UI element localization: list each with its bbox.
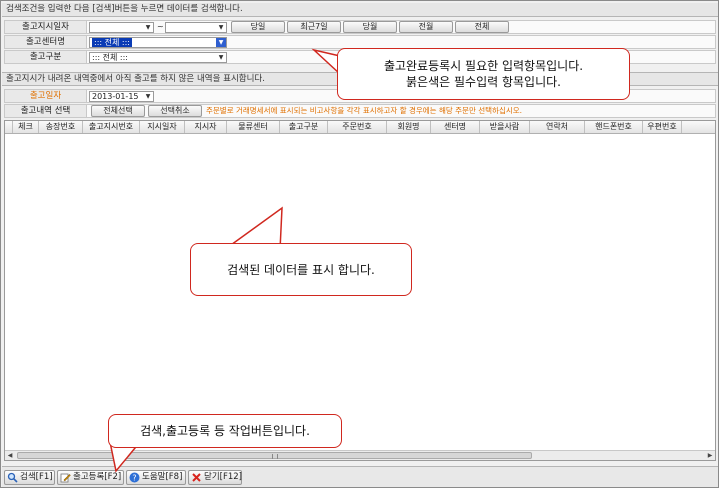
close-icon [191, 472, 202, 483]
col-zip[interactable]: 우편번호 [643, 121, 682, 133]
label-center-name: 출고센터명 [5, 36, 87, 48]
date-to-combo[interactable]: ▼ [165, 22, 227, 33]
label-select-items: 출고내역 선택 [5, 105, 87, 117]
col-instruction-no[interactable]: 출고지시번호 [83, 121, 140, 133]
shipment-date-combo[interactable]: 2013-01-15 ▼ [89, 91, 154, 102]
col-order-no[interactable]: 주문번호 [328, 121, 387, 133]
search-button-label: 검색[F1] [20, 472, 53, 482]
today-button[interactable]: 당일 [231, 21, 285, 33]
search-button[interactable]: 검색[F1] [4, 470, 55, 485]
col-invoice-no[interactable]: 송장번호 [39, 121, 83, 133]
scroll-thumb[interactable] [17, 452, 532, 459]
callout-required-line1: 출고완료등록시 필요한 입력항목입니다. [383, 59, 584, 73]
callout-required-fields: 출고완료등록시 필요한 입력항목입니다. 붉은색은 필수입력 항목입니다. [337, 48, 630, 100]
col-instructor[interactable]: 지시자 [185, 121, 227, 133]
date-separator: ~ [157, 22, 164, 31]
callout-grid-note: 검색된 데이터를 표시 합니다. [190, 243, 412, 296]
col-recipient[interactable]: 받을사람 [480, 121, 530, 133]
center-select[interactable]: ::: 전체 ::: ▼ [89, 37, 227, 48]
callout-toolbar-text: 검색,출고등록 등 작업버튼입니다. [140, 424, 310, 438]
all-period-button[interactable]: 전체 [455, 21, 509, 33]
scroll-right-icon[interactable]: ▶ [705, 451, 715, 460]
center-select-value: ::: 전체 ::: [92, 38, 132, 47]
col-contact[interactable]: 연락처 [530, 121, 585, 133]
chevron-down-icon[interactable]: ▼ [216, 53, 226, 62]
col-shipment-type[interactable]: 출고구분 [280, 121, 328, 133]
close-button[interactable]: 닫기[F12] [188, 470, 242, 485]
col-instruction-date[interactable]: 지시일자 [140, 121, 185, 133]
search-hint: 검색조건을 입력한 다음 [검색]버튼을 누르면 데이터를 검색합니다. [2, 3, 718, 17]
label-shipment-date: 출고일자 [5, 90, 87, 102]
chevron-down-icon[interactable]: ▼ [143, 92, 153, 101]
grid-header: 체크 송장번호 출고지시번호 지시일자 지시자 물류센터 출고구분 주문번호 회… [5, 121, 715, 134]
chevron-down-icon[interactable]: ▼ [216, 38, 226, 47]
shipment-type-select[interactable]: ::: 전체 ::: ▼ [89, 52, 227, 63]
col-logistics-center[interactable]: 물류센터 [227, 121, 280, 133]
select-all-button[interactable]: 전체선택 [91, 105, 145, 117]
label-instruction-date: 출고지시일자 [5, 21, 87, 33]
last-7-days-button[interactable]: 최근7일 [287, 21, 341, 33]
pencil-icon [60, 472, 71, 483]
col-center-name[interactable]: 센터명 [431, 121, 480, 133]
shipment-date-value: 2013-01-15 [92, 92, 139, 101]
callout-grid-text: 검색된 데이터를 표시 합니다. [227, 262, 375, 277]
selection-row: 출고내역 선택 전체선택 선택취소 주문별로 거래명세서에 표시되는 비고사항을… [4, 104, 716, 118]
callout-toolbar-note: 검색,출고등록 등 작업버튼입니다. [108, 414, 342, 448]
search-row-date: 출고지시일자 ▼ ~ ▼ 당일 최근7일 당월 전월 전체 [4, 20, 716, 34]
search-icon [7, 472, 18, 483]
grid-corner [5, 121, 13, 133]
last-month-button[interactable]: 전월 [399, 21, 453, 33]
label-shipment-type: 출고구분 [5, 51, 87, 63]
chevron-down-icon[interactable]: ▼ [143, 23, 153, 32]
col-check[interactable]: 체크 [13, 121, 39, 133]
col-mobile[interactable]: 핸드폰번호 [585, 121, 643, 133]
callout-required-line2: 붉은색은 필수입력 항목입니다. [406, 75, 561, 89]
scroll-left-icon[interactable]: ◀ [5, 451, 15, 460]
selection-notice: 주문별로 거래명세서에 표시되는 비고사항을 각각 표시하고자 할 경우에는 해… [206, 106, 523, 115]
grip-icon [272, 454, 278, 459]
close-button-label: 닫기[F12] [204, 472, 242, 482]
col-member-name[interactable]: 회원명 [387, 121, 431, 133]
date-from-combo[interactable]: ▼ [89, 22, 154, 33]
deselect-button[interactable]: 선택취소 [148, 105, 202, 117]
shipment-type-value: ::: 전체 ::: [92, 53, 128, 62]
this-month-button[interactable]: 당월 [343, 21, 397, 33]
chevron-down-icon[interactable]: ▼ [216, 23, 226, 32]
search-row-center: 출고센터명 ::: 전체 ::: ▼ [4, 35, 716, 49]
